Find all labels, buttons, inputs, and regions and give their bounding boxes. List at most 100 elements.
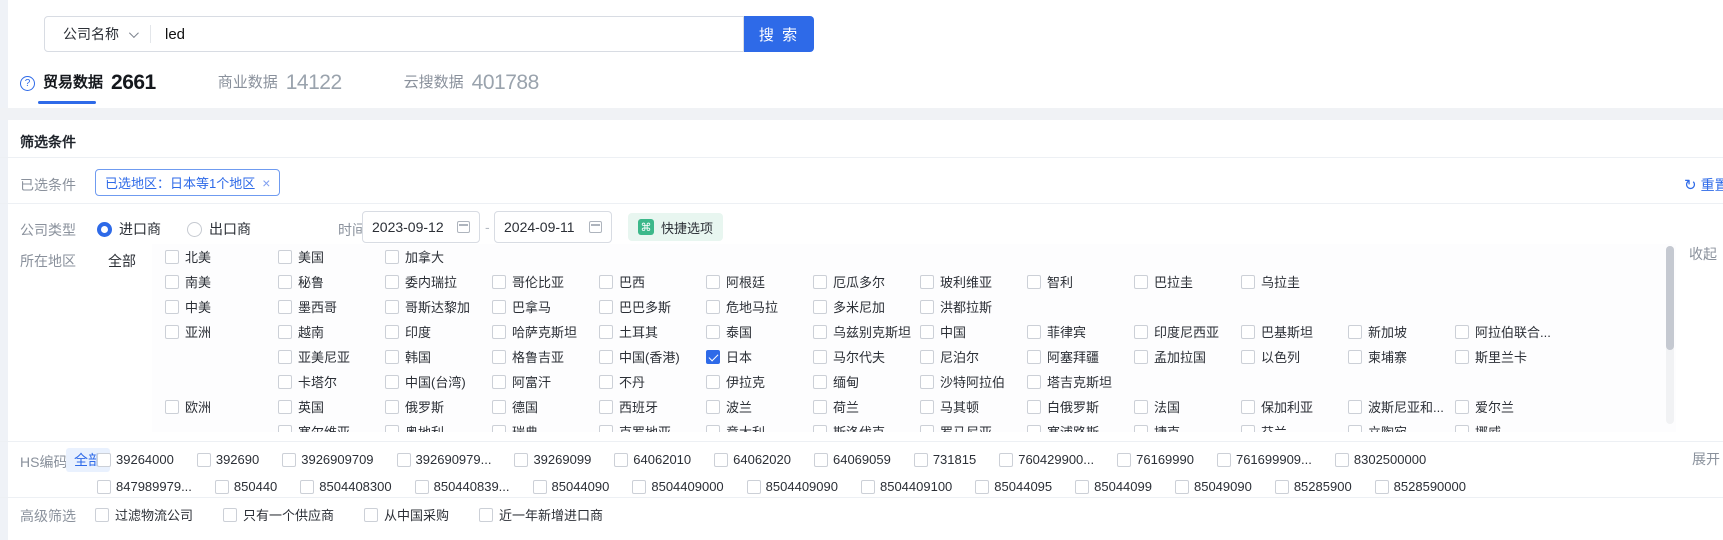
hs-code-checkbox-item[interactable]: 64062020 (714, 452, 791, 467)
country-checkbox-item[interactable]: 保加利亚 (1241, 397, 1348, 416)
hs-code-checkbox-item[interactable]: 85285900 (1275, 479, 1352, 494)
hs-code-checkbox-item[interactable]: 39269099 (514, 452, 591, 467)
country-checkbox-item[interactable]: 玻利维亚 (920, 272, 1027, 291)
hs-code-checkbox-item[interactable]: 760429900... (999, 452, 1094, 467)
country-checkbox-item[interactable]: 意大利 (706, 422, 813, 432)
country-checkbox-item[interactable]: 塔吉克斯坦 (1027, 372, 1134, 391)
region-all-link[interactable]: 全部 (108, 251, 136, 271)
country-checkbox-item[interactable]: 阿拉伯联合... (1455, 322, 1562, 341)
end-date-input[interactable]: 2024-09-11 (494, 211, 612, 243)
country-checkbox-item[interactable]: 马尔代夫 (813, 347, 920, 366)
hs-code-checkbox-item[interactable]: 64069059 (814, 452, 891, 467)
country-checkbox-item[interactable]: 洪都拉斯 (920, 297, 1027, 316)
country-checkbox-item[interactable]: 菲律宾 (1027, 322, 1134, 341)
country-checkbox-item[interactable]: 印度尼西亚 (1134, 322, 1241, 341)
search-button[interactable]: 搜 索 (744, 16, 814, 52)
hs-code-checkbox-item[interactable]: 85044095 (975, 479, 1052, 494)
country-checkbox-item[interactable]: 韩国 (385, 347, 492, 366)
country-checkbox-item[interactable]: 波兰 (706, 397, 813, 416)
country-checkbox-item[interactable]: 委内瑞拉 (385, 272, 492, 291)
country-checkbox-item[interactable]: 秘鲁 (278, 272, 385, 291)
country-checkbox-item[interactable]: 瑞典 (492, 422, 599, 432)
country-checkbox-item[interactable]: 尼泊尔 (920, 347, 1027, 366)
country-checkbox-item[interactable]: 塞浦路斯 (1027, 422, 1134, 432)
country-checkbox-item[interactable]: 巴拿马 (492, 297, 599, 316)
hs-code-checkbox-item[interactable]: 8504409100 (861, 479, 952, 494)
country-checkbox-item[interactable]: 以色列 (1241, 347, 1348, 366)
country-checkbox-item[interactable]: 阿根廷 (706, 272, 813, 291)
country-checkbox-item[interactable]: 爱尔兰 (1455, 397, 1562, 416)
collapse-link[interactable]: 收起 (1689, 244, 1717, 264)
radio-importer[interactable]: 进口商 (97, 219, 161, 239)
hs-code-checkbox-item[interactable]: 8504408300 (300, 479, 391, 494)
scrollbar-thumb[interactable] (1666, 246, 1674, 350)
country-checkbox-item[interactable]: 白俄罗斯 (1027, 397, 1134, 416)
hs-code-checkbox-item[interactable]: 8302500000 (1335, 452, 1426, 467)
country-checkbox-item[interactable]: 厄瓜多尔 (813, 272, 920, 291)
hs-code-checkbox-item[interactable]: 392690979... (397, 452, 492, 467)
region-group-checkbox-item[interactable]: 南美 (165, 272, 278, 291)
region-group-checkbox-item[interactable]: 中美 (165, 297, 278, 316)
hs-code-checkbox-item[interactable]: 64062010 (614, 452, 691, 467)
country-checkbox-item[interactable]: 中国 (920, 322, 1027, 341)
country-checkbox-item[interactable]: 法国 (1134, 397, 1241, 416)
country-checkbox-item[interactable]: 塞尔维亚 (278, 422, 385, 432)
country-checkbox-item[interactable]: 斯洛伐克 (813, 422, 920, 432)
hs-code-checkbox-item[interactable]: 8528590000 (1375, 479, 1466, 494)
country-checkbox-item[interactable]: 多米尼加 (813, 297, 920, 316)
country-checkbox-item[interactable]: 智利 (1027, 272, 1134, 291)
country-checkbox-item[interactable]: 美国 (278, 247, 385, 266)
tab-cloud-search-data[interactable]: 云搜数据 401788 (404, 72, 539, 104)
country-checkbox-item[interactable]: 乌兹别克斯坦 (813, 322, 920, 341)
scrollbar-track[interactable] (1666, 246, 1674, 424)
country-checkbox-item[interactable]: 西班牙 (599, 397, 706, 416)
country-checkbox-item[interactable]: 危地马拉 (706, 297, 813, 316)
country-checkbox-item[interactable]: 孟加拉国 (1134, 347, 1241, 366)
region-group-checkbox-item[interactable]: 亚洲 (165, 322, 278, 341)
expand-link[interactable]: 展开 (1692, 449, 1720, 469)
start-date-input[interactable]: 2023-09-12 (362, 211, 480, 243)
region-group-checkbox-item[interactable]: 欧洲 (165, 397, 278, 416)
hs-code-checkbox-item[interactable]: 392690 (197, 452, 259, 467)
country-checkbox-item[interactable]: 德国 (492, 397, 599, 416)
country-checkbox-item[interactable]: 土耳其 (599, 322, 706, 341)
advanced-filter-checkbox-item[interactable]: 过滤物流公司 (95, 505, 193, 524)
hs-code-checkbox-item[interactable]: 3926909709 (282, 452, 373, 467)
radio-exporter[interactable]: 出口商 (187, 219, 251, 239)
tab-trade-data[interactable]: ? 贸易数据 2661 (20, 72, 156, 104)
country-checkbox-item[interactable]: 巴基斯坦 (1241, 322, 1348, 341)
country-checkbox-item[interactable]: 中国(香港) (599, 347, 706, 366)
country-checkbox-item[interactable]: 斯里兰卡 (1455, 347, 1562, 366)
hs-code-checkbox-item[interactable]: 850440839... (415, 479, 510, 494)
country-checkbox-item[interactable]: 卡塔尔 (278, 372, 385, 391)
country-checkbox-item[interactable]: 阿富汗 (492, 372, 599, 391)
country-checkbox-item[interactable]: 巴西 (599, 272, 706, 291)
country-checkbox-item[interactable]: 沙特阿拉伯 (920, 372, 1027, 391)
country-checkbox-item[interactable]: 乌拉圭 (1241, 272, 1348, 291)
advanced-filter-checkbox-item[interactable]: 近一年新增进口商 (479, 505, 603, 524)
country-checkbox-item[interactable]: 墨西哥 (278, 297, 385, 316)
hs-code-checkbox-item[interactable]: 76169990 (1117, 452, 1194, 467)
selected-region-tag[interactable]: 已选地区：日本等1个地区 × (95, 169, 280, 196)
country-checkbox-item[interactable]: 英国 (278, 397, 385, 416)
country-checkbox-item[interactable]: 挪威 (1455, 422, 1562, 432)
country-checkbox-item[interactable]: 加拿大 (385, 247, 492, 266)
country-checkbox-item[interactable]: 巴巴多斯 (599, 297, 706, 316)
country-checkbox-item[interactable]: 立陶宛 (1348, 422, 1455, 432)
search-input[interactable] (151, 26, 743, 43)
country-checkbox-item[interactable]: 克罗地亚 (599, 422, 706, 432)
search-category-select[interactable]: 公司名称 (45, 17, 150, 51)
hs-code-checkbox-item[interactable]: 85044090 (533, 479, 610, 494)
hs-code-checkbox-item[interactable]: 850440 (215, 479, 277, 494)
country-checkbox-item[interactable]: 哈萨克斯坦 (492, 322, 599, 341)
country-checkbox-item[interactable]: 印度 (385, 322, 492, 341)
country-checkbox-item[interactable]: 巴拉圭 (1134, 272, 1241, 291)
hs-code-checkbox-item[interactable]: 731815 (914, 452, 976, 467)
country-checkbox-item[interactable]: 柬埔寨 (1348, 347, 1455, 366)
tab-business-data[interactable]: 商业数据 14122 (218, 72, 342, 104)
country-checkbox-item[interactable]: 泰国 (706, 322, 813, 341)
reset-button[interactable]: ↻ 重置 (1684, 175, 1723, 195)
country-checkbox-item[interactable]: 亚美尼亚 (278, 347, 385, 366)
country-checkbox-item[interactable]: 波斯尼亚和... (1348, 397, 1455, 416)
hs-code-checkbox-item[interactable]: 85049090 (1175, 479, 1252, 494)
